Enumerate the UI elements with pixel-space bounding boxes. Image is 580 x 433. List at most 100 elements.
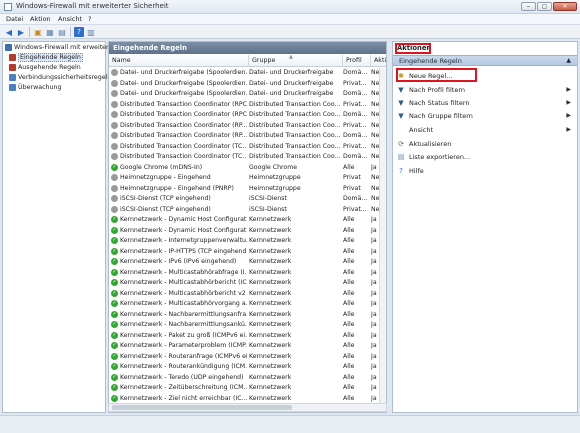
table-row[interactable]: ✓ Kernnetzwerk - Internetgruppenverwaltu.… — [109, 236, 379, 246]
back-arrow-icon[interactable]: ◀ — [4, 27, 14, 37]
firewall-icon — [5, 44, 12, 51]
actions-section-header[interactable]: Eingehende Regeln ▲ — [393, 55, 577, 66]
menu-datei[interactable]: Datei — [6, 15, 23, 23]
cell-name: iSCSI-Dienst (TCP eingehend) — [111, 205, 247, 213]
rule-disabled-icon — [111, 111, 118, 118]
table-row[interactable]: ✓ Kernnetzwerk - Multicastabhörbericht v2… — [109, 289, 379, 299]
rule-name: Kernnetzwerk - IP-HTTPS (TCP eingehend) — [120, 247, 247, 255]
table-row[interactable]: Distributed Transaction Coordinator (RPC… — [109, 110, 379, 120]
close-button[interactable]: ✕ — [553, 2, 577, 11]
action-item-aktualisieren[interactable]: ⟳ Aktualisieren — [397, 139, 575, 149]
export-list-icon[interactable]: ▤ — [57, 27, 67, 37]
cell-name: Datei- und Druckerfreigabe (Spoolerdien.… — [111, 69, 247, 76]
forward-arrow-icon[interactable]: ▶ — [16, 27, 26, 37]
table-row[interactable]: ✓ Kernnetzwerk - IP-HTTPS (TCP eingehend)… — [109, 247, 379, 257]
cell-gruppe: Kernnetzwerk — [249, 268, 292, 276]
rule-name: Kernnetzwerk - Routerankündigung (ICM... — [120, 363, 247, 370]
rule-name: Datei- und Druckerfreigabe (Spoolerdien.… — [120, 79, 247, 87]
cell-aktion: Ja — [371, 363, 377, 370]
cell-aktion: Ja — [371, 289, 377, 297]
rule-enabled-icon: ✓ — [111, 226, 118, 234]
cell-name: Distributed Transaction Coordinator (TC.… — [111, 142, 247, 150]
cell-aktion: Nein — [371, 111, 379, 118]
menu-aktion[interactable]: Aktion — [30, 15, 51, 23]
table-row[interactable]: ✓ Kernnetzwerk - Dynamic Host Configurat.… — [109, 215, 379, 225]
column-header-profil[interactable]: Profil — [343, 55, 371, 67]
column-header-gruppe[interactable]: Gruppe — [249, 55, 343, 67]
cell-name: Distributed Transaction Coordinator (RPC… — [111, 111, 247, 118]
table-row[interactable]: Distributed Transaction Coordinator (TC.… — [109, 152, 379, 162]
cell-name: ✓ Kernnetzwerk - Ziel nicht erreichbar (I… — [111, 394, 247, 402]
cell-name: ✓ Kernnetzwerk - Routeranfrage (ICMPv6 ei… — [111, 352, 247, 360]
vertical-scrollbar[interactable] — [379, 68, 386, 412]
rule-name: Kernnetzwerk - Nachbarermittlungsankü... — [120, 321, 247, 328]
table-row[interactable]: ✓ Kernnetzwerk - Nachbarermittlungsanfra.… — [109, 310, 379, 320]
tree-item[interactable]: Windows-Firewall mit erweiterter — [5, 43, 118, 52]
table-row[interactable]: Distributed Transaction Coordinator (RPC… — [109, 100, 379, 110]
table-row[interactable]: Datei- und Druckerfreigabe (Spoolerdien.… — [109, 79, 379, 89]
menu-ansicht[interactable]: Ansicht — [58, 15, 82, 23]
action-item-hilfe[interactable]: ? Hilfe — [397, 166, 575, 176]
cell-name: Distributed Transaction Coordinator (RP.… — [111, 132, 247, 139]
table-row[interactable]: ✓ Kernnetzwerk - Nachbarermittlungsankü..… — [109, 320, 379, 330]
rule-name: Distributed Transaction Coordinator (RP.… — [120, 121, 247, 129]
action-item-nach-status-filtern[interactable]: ▼ Nach Status filtern ▶ — [397, 98, 575, 108]
table-row[interactable]: Datei- und Druckerfreigabe (Spoolerdien.… — [109, 89, 379, 99]
table-row[interactable]: ✓ Kernnetzwerk - Routerankündigung (ICM..… — [109, 362, 379, 372]
tree-item[interactable]: Eingehende Regeln — [9, 53, 83, 62]
collapse-icon[interactable]: ▲ — [566, 57, 571, 64]
cell-profil: Privat... — [343, 121, 367, 129]
table-row[interactable]: Distributed Transaction Coordinator (TC.… — [109, 142, 379, 152]
properties-icon[interactable]: ▦ — [45, 27, 55, 37]
cell-aktion: Nein — [371, 195, 379, 202]
cell-gruppe: Distributed Transaction Coo... — [249, 153, 341, 160]
tree-item[interactable]: Verbindungssicherheitsregeln — [9, 73, 111, 82]
tree-item[interactable]: Überwachung — [9, 83, 62, 92]
table-row[interactable]: ✓ Kernnetzwerk - IPv6 (IPv6 eingehend) Ker… — [109, 257, 379, 267]
table-row[interactable]: ✓ Kernnetzwerk - Dynamic Host Configurat.… — [109, 226, 379, 236]
tree-item[interactable]: Ausgehende Regeln — [9, 63, 81, 72]
show-hide-pane-icon[interactable]: ▥ — [86, 27, 96, 37]
up-folder-icon[interactable]: ▣ — [33, 27, 43, 37]
table-row[interactable]: iSCSI-Dienst (TCP eingehend) iSCSI-Dienst… — [109, 205, 379, 215]
table-row[interactable]: Distributed Transaction Coordinator (RP.… — [109, 121, 379, 131]
column-header-aktion[interactable]: Akti — [371, 55, 386, 67]
table-row[interactable]: ✓ Kernnetzwerk - Multicastabhörvorgang a.… — [109, 299, 379, 309]
table-row[interactable]: Heimnetzgruppe - Eingehend Heimnetzgruppe… — [109, 173, 379, 183]
rule-name: Datei- und Druckerfreigabe (Spoolerdien.… — [120, 69, 247, 76]
horizontal-scrollbar-thumb[interactable] — [112, 405, 292, 410]
column-header-name[interactable]: Name — [109, 55, 249, 67]
action-item-ansicht[interactable]: Ansicht ▶ — [397, 125, 575, 135]
table-row[interactable]: ✓ Kernnetzwerk - Multicastabhörabfrage (I… — [109, 268, 379, 278]
table-row[interactable]: ✓ Kernnetzwerk - Multicastabhörbericht (I… — [109, 278, 379, 288]
table-row[interactable]: Distributed Transaction Coordinator (RP.… — [109, 131, 379, 141]
table-row[interactable]: ✓ Kernnetzwerk - Ziel nicht erreichbar (I… — [109, 394, 379, 404]
table-row[interactable]: Datei- und Druckerfreigabe (Spoolerdien.… — [109, 68, 379, 78]
cell-profil: Privat... — [343, 100, 367, 108]
horizontal-scrollbar[interactable] — [108, 403, 387, 412]
cell-aktion: Ja — [371, 258, 377, 265]
table-row[interactable]: ✓ Kernnetzwerk - Routeranfrage (ICMPv6 ei… — [109, 352, 379, 362]
minimize-button[interactable]: ‒ — [521, 2, 536, 11]
tree-item-label: Verbindungssicherheitsregeln — [18, 74, 112, 81]
action-label: Aktualisieren — [409, 140, 452, 148]
cell-profil: Privat... — [343, 205, 367, 213]
table-row[interactable]: ✓ Kernnetzwerk - Paket zu groß (ICMPv6 ei… — [109, 331, 379, 341]
help-icon[interactable]: ? — [74, 27, 84, 37]
table-row[interactable]: ✓ Kernnetzwerk - Parameterproblem (ICMP..… — [109, 341, 379, 351]
action-item-nach-profil-filtern[interactable]: ▼ Nach Profil filtern ▶ — [397, 85, 575, 95]
cell-aktion: Ja — [371, 342, 377, 349]
rule-name: Heimnetzgruppe - Eingehend (PNRP) — [120, 184, 234, 192]
table-row[interactable]: ✓ Kernnetzwerk - Zeitüberschreitung (ICM.… — [109, 383, 379, 393]
action-item-liste-exportieren[interactable]: ▤ Liste exportieren... — [397, 152, 575, 162]
cell-gruppe: Distributed Transaction Coo... — [249, 100, 341, 108]
cell-gruppe: Kernnetzwerk — [249, 352, 292, 360]
maximize-button[interactable]: ▢ — [537, 2, 552, 11]
table-row[interactable]: iSCSI-Dienst (TCP eingehend) iSCSI-Dienst… — [109, 194, 379, 204]
rule-enabled-icon: ✓ — [111, 268, 118, 276]
menu-help[interactable]: ? — [88, 15, 91, 23]
action-item-nach-gruppe-filtern[interactable]: ▼ Nach Gruppe filtern ▶ — [397, 111, 575, 121]
table-row[interactable]: ✓ Kernnetzwerk - Teredo (UDP eingehend) Ke… — [109, 373, 379, 383]
table-row[interactable]: Heimnetzgruppe - Eingehend (PNRP) Heimnet… — [109, 184, 379, 194]
table-row[interactable]: ✓ Google Chrome (mDNS-In) Google Chrome All… — [109, 163, 379, 173]
